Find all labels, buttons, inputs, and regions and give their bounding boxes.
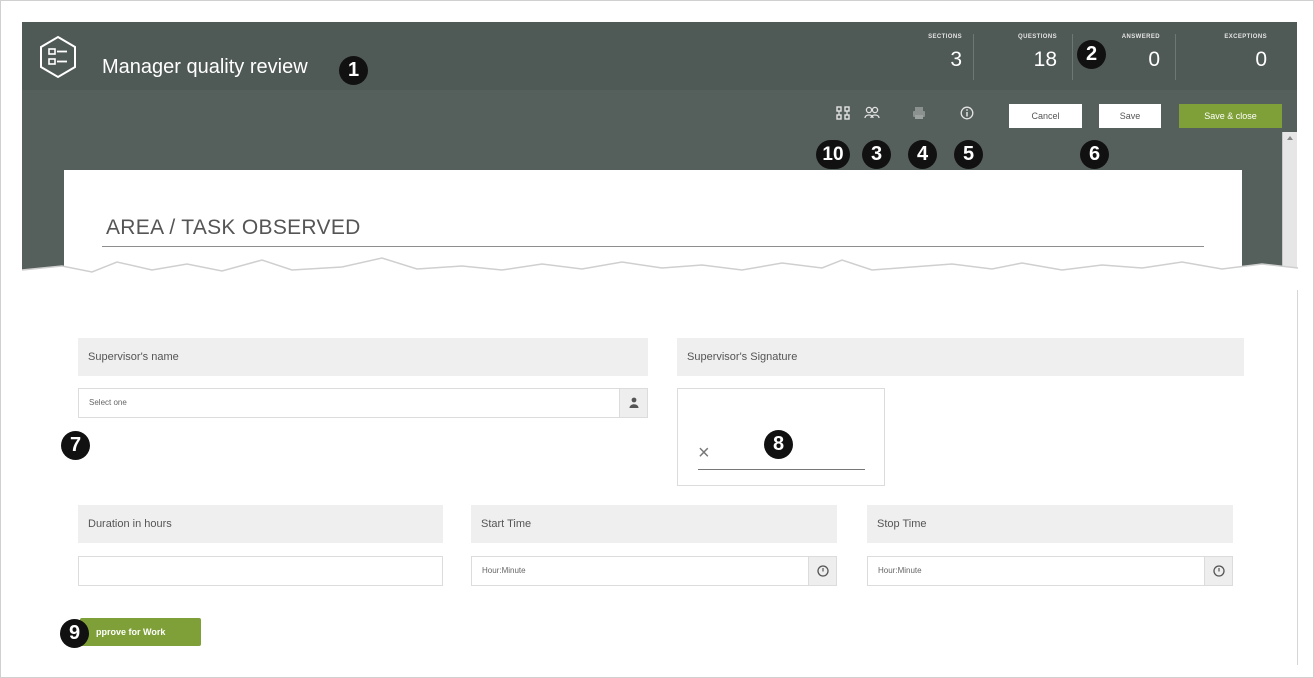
callout-6: 6 [1080,140,1109,169]
stop-time-clock-icon[interactable] [1204,557,1232,585]
start-time-clock-icon[interactable] [808,557,836,585]
stop-time-input[interactable]: Hour:Minute [867,556,1233,586]
stat-sections-value: 3 [950,48,962,71]
workflow-icon[interactable] [836,106,850,120]
save-and-close-button[interactable]: Save & close [1179,104,1282,128]
users-icon[interactable] [864,106,880,119]
cancel-button[interactable]: Cancel [1009,104,1082,128]
supervisor-name-placeholder: Select one [89,398,127,407]
info-icon[interactable] [960,106,974,120]
start-time-input[interactable]: Hour:Minute [471,556,837,586]
stat-exceptions-label: EXCEPTIONS [1224,34,1267,40]
callout-9: 9 [60,619,89,648]
supervisor-name-select[interactable]: Select one [78,388,648,418]
signature-x-mark: × [698,442,710,464]
supervisor-signature-label: Supervisor's Signature [677,338,1244,376]
torn-edge [22,257,1298,290]
signature-line [698,469,865,470]
stat-answered-label: ANSWERED [1121,34,1160,40]
start-time-label: Start Time [471,505,837,543]
page-edge [1297,290,1298,665]
callout-10: 10 [816,140,850,169]
stop-time-placeholder: Hour:Minute [878,566,922,575]
print-icon[interactable] [912,106,926,120]
callout-4: 4 [908,140,937,169]
stop-time-label: Stop Time [867,505,1233,543]
user-picker-icon[interactable] [619,389,647,417]
duration-label: Duration in hours [78,505,443,543]
save-button[interactable]: Save [1099,104,1161,128]
start-time-placeholder: Hour:Minute [482,566,526,575]
section-title: AREA / TASK OBSERVED [106,216,361,239]
callout-5: 5 [954,140,983,169]
stat-divider [1072,34,1073,80]
callout-8: 8 [764,430,793,459]
checklist-hexagon-icon [40,35,76,79]
stat-divider [1175,34,1176,80]
callout-2: 2 [1077,40,1106,69]
stat-sections: SECTIONS 3 [902,34,962,84]
callout-7: 7 [61,431,90,460]
duration-input[interactable] [78,556,443,586]
stat-exceptions: EXCEPTIONS 0 [1182,34,1267,84]
approve-for-work-button[interactable]: pprove for Work [80,618,201,646]
stat-divider [973,34,974,80]
stat-questions: QUESTIONS 18 [982,34,1057,84]
form-title: Manager quality review [102,56,308,78]
stat-questions-value: 18 [1033,48,1057,71]
scroll-up-arrow-icon[interactable] [1287,136,1293,140]
stat-sections-label: SECTIONS [928,34,962,40]
stat-questions-label: QUESTIONS [1018,34,1057,40]
supervisor-name-label: Supervisor's name [78,338,648,376]
callout-3: 3 [862,140,891,169]
stat-exceptions-value: 0 [1255,48,1267,71]
callout-1: 1 [339,56,368,85]
